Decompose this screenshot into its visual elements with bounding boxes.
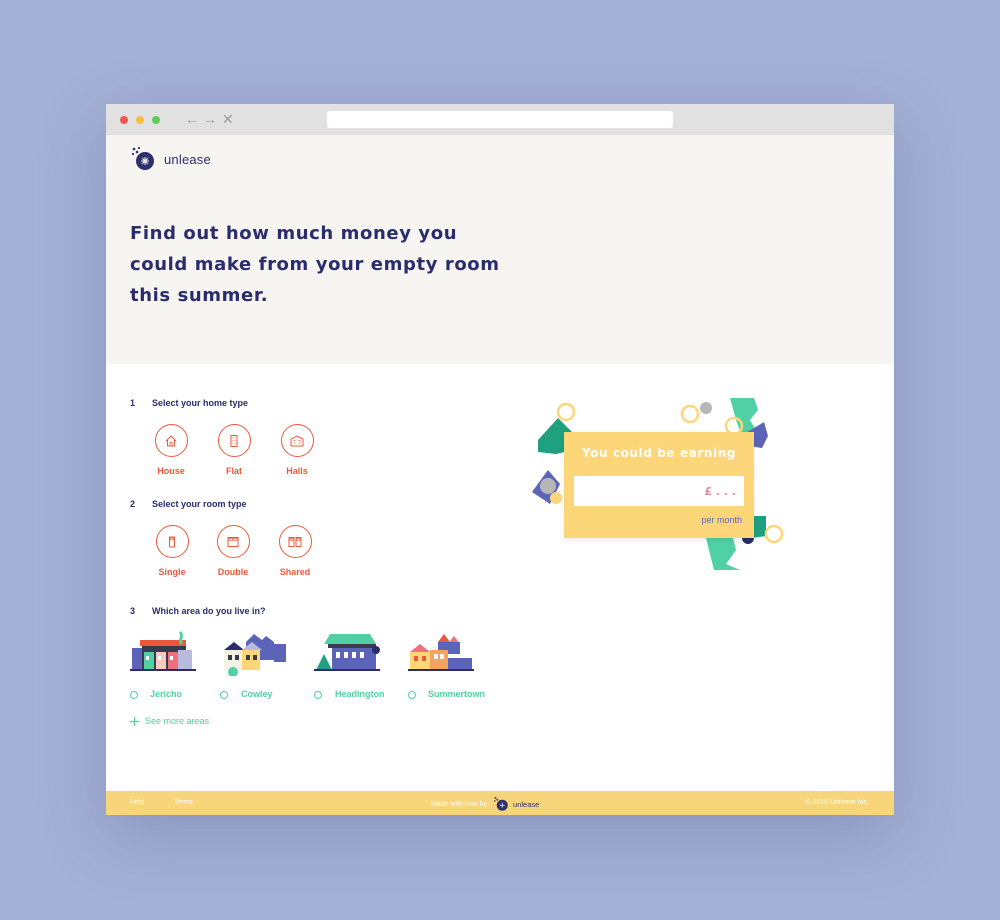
- home-type-house[interactable]: House: [141, 424, 201, 476]
- hero-wave-divider: [106, 348, 894, 364]
- house-icon: [165, 434, 177, 446]
- jericho-radio[interactable]: [130, 691, 138, 699]
- room-type-double-label: Double: [217, 567, 249, 577]
- area-option-cowley[interactable]: Cowley: [220, 628, 288, 699]
- step-3-number: 3: [130, 606, 136, 616]
- area-option-summertown[interactable]: Summertown: [408, 628, 485, 699]
- browser-window: ← → ✕ unlease Find out how much money yo…: [106, 104, 894, 815]
- see-more-areas-label: See more areas: [145, 716, 210, 726]
- room-type-double[interactable]: Double: [203, 525, 263, 577]
- made-with-text: Made with love by: [431, 800, 488, 808]
- step-1-title: Select your home type: [152, 398, 249, 408]
- page-headline: Find out how much money you could make f…: [130, 223, 500, 306]
- area-label-headington: Headington: [335, 689, 385, 699]
- close-window-button[interactable]: [120, 116, 128, 124]
- see-more-areas-link[interactable]: See more areas: [130, 716, 209, 726]
- headington-houses-illustration: [314, 634, 380, 671]
- earnings-amount-field[interactable]: [574, 476, 744, 506]
- area-label-jericho: Jericho: [150, 689, 183, 699]
- headington-radio[interactable]: [314, 691, 322, 699]
- home-type-flat[interactable]: Flat: [204, 424, 264, 476]
- single-bed-icon: [169, 536, 175, 547]
- flat-icon: [230, 434, 238, 447]
- double-bed-icon: [227, 536, 239, 547]
- area-option-headington[interactable]: Headington: [314, 628, 385, 699]
- step-2-number: 2: [130, 499, 136, 509]
- step-1-number: 1: [130, 398, 136, 408]
- footer-brand[interactable]: unlease: [513, 800, 539, 809]
- halls-icon: [290, 434, 304, 446]
- maximize-window-button[interactable]: [152, 116, 160, 124]
- unlease-logo-icon: [494, 796, 508, 811]
- summertown-radio[interactable]: [408, 691, 416, 699]
- back-arrow-icon[interactable]: ←: [185, 110, 199, 128]
- forward-arrow-icon[interactable]: →: [203, 110, 217, 128]
- stop-icon[interactable]: ✕: [222, 110, 234, 128]
- home-type-flat-label: Flat: [225, 466, 242, 476]
- earnings-card: You could be earning per month: [564, 432, 754, 538]
- area-label-cowley: Cowley: [241, 689, 273, 699]
- home-type-halls[interactable]: Halls: [267, 424, 327, 476]
- home-type-house-label: House: [157, 466, 185, 476]
- made-with-love: Made with love by unlease: [431, 796, 539, 812]
- room-type-single[interactable]: Single: [142, 525, 202, 577]
- site-footer: Help Terms Made with love by unlease © 2…: [106, 791, 894, 815]
- area-option-jericho[interactable]: Jericho: [130, 628, 196, 699]
- footer-terms-link[interactable]: Terms: [174, 799, 193, 806]
- plus-icon: [130, 716, 139, 726]
- earnings-title: You could be earning: [581, 446, 737, 460]
- minimize-window-button[interactable]: [136, 116, 144, 124]
- summertown-houses-illustration: [408, 634, 474, 671]
- site-logo[interactable]: unlease: [130, 146, 211, 172]
- room-type-single-label: Single: [158, 567, 186, 577]
- cowley-houses-illustration: [224, 634, 286, 677]
- room-type-shared-label: Shared: [279, 567, 311, 577]
- address-bar[interactable]: [327, 111, 673, 128]
- footer-help-link[interactable]: Help: [130, 799, 144, 806]
- home-type-halls-label: Halls: [286, 466, 308, 476]
- unlease-logo-icon: [131, 146, 154, 170]
- jericho-houses-illustration: [130, 630, 196, 671]
- logo-wordmark: unlease: [164, 151, 211, 167]
- cowley-radio[interactable]: [220, 691, 228, 699]
- per-month-label: per month: [701, 515, 742, 525]
- area-label-summertown: Summertown: [428, 689, 486, 699]
- step-2-title: Select your room type: [152, 499, 247, 509]
- shared-room-icon: [288, 536, 302, 547]
- room-type-shared[interactable]: Shared: [265, 525, 325, 577]
- copyright-text: © 2016 Unlease Inc.: [805, 799, 869, 806]
- step-3-title: Which area do you live in?: [152, 606, 266, 616]
- browser-toolbar: ← → ✕: [106, 104, 894, 135]
